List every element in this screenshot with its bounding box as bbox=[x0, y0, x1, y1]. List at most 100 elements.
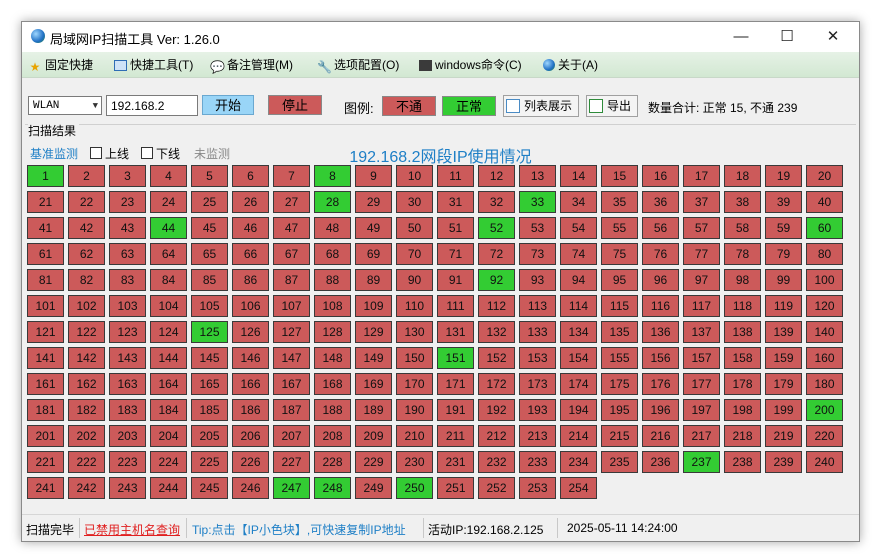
ip-cell[interactable]: 112 bbox=[478, 295, 515, 317]
ip-cell[interactable]: 171 bbox=[437, 373, 474, 395]
ip-cell[interactable]: 196 bbox=[642, 399, 679, 421]
ip-cell[interactable]: 230 bbox=[396, 451, 433, 473]
ip-cell[interactable]: 51 bbox=[437, 217, 474, 239]
ip-cell[interactable]: 46 bbox=[232, 217, 269, 239]
ip-cell[interactable]: 147 bbox=[273, 347, 310, 369]
ip-cell[interactable]: 211 bbox=[437, 425, 474, 447]
ip-cell[interactable]: 160 bbox=[806, 347, 843, 369]
ip-cell[interactable]: 242 bbox=[68, 477, 105, 499]
ip-cell[interactable]: 228 bbox=[314, 451, 351, 473]
ip-cell[interactable]: 191 bbox=[437, 399, 474, 421]
ip-cell[interactable]: 45 bbox=[191, 217, 228, 239]
ip-cell[interactable]: 205 bbox=[191, 425, 228, 447]
ip-cell[interactable]: 36 bbox=[642, 191, 679, 213]
ip-cell[interactable]: 216 bbox=[642, 425, 679, 447]
ip-cell[interactable]: 125 bbox=[191, 321, 228, 343]
ip-cell[interactable]: 227 bbox=[273, 451, 310, 473]
ip-cell[interactable]: 103 bbox=[109, 295, 146, 317]
ip-cell[interactable]: 252 bbox=[478, 477, 515, 499]
ip-cell[interactable]: 229 bbox=[355, 451, 392, 473]
ip-cell[interactable]: 210 bbox=[396, 425, 433, 447]
ip-cell[interactable]: 154 bbox=[560, 347, 597, 369]
ip-cell[interactable]: 209 bbox=[355, 425, 392, 447]
ip-cell[interactable]: 29 bbox=[355, 191, 392, 213]
ip-cell[interactable]: 235 bbox=[601, 451, 638, 473]
ip-cell[interactable]: 95 bbox=[601, 269, 638, 291]
ip-cell[interactable]: 240 bbox=[806, 451, 843, 473]
hostname-query-disabled-link[interactable]: 已禁用主机名查询 bbox=[84, 521, 180, 538]
ip-cell[interactable]: 58 bbox=[724, 217, 761, 239]
ip-cell[interactable]: 98 bbox=[724, 269, 761, 291]
ip-cell[interactable]: 220 bbox=[806, 425, 843, 447]
ip-cell[interactable]: 115 bbox=[601, 295, 638, 317]
ip-cell[interactable]: 116 bbox=[642, 295, 679, 317]
ip-cell[interactable]: 218 bbox=[724, 425, 761, 447]
ip-cell[interactable]: 152 bbox=[478, 347, 515, 369]
ip-cell[interactable]: 193 bbox=[519, 399, 556, 421]
ip-cell[interactable]: 161 bbox=[27, 373, 64, 395]
ip-cell[interactable]: 195 bbox=[601, 399, 638, 421]
ip-cell[interactable]: 48 bbox=[314, 217, 351, 239]
ip-cell[interactable]: 213 bbox=[519, 425, 556, 447]
ip-cell[interactable]: 137 bbox=[683, 321, 720, 343]
ip-cell[interactable]: 139 bbox=[765, 321, 802, 343]
ip-cell[interactable]: 104 bbox=[150, 295, 187, 317]
ip-cell[interactable]: 9 bbox=[355, 165, 392, 187]
start-button[interactable]: 开始 bbox=[202, 95, 254, 115]
ip-cell[interactable]: 52 bbox=[478, 217, 515, 239]
ip-cell[interactable]: 148 bbox=[314, 347, 351, 369]
ip-cell[interactable]: 57 bbox=[683, 217, 720, 239]
ip-cell[interactable]: 199 bbox=[765, 399, 802, 421]
ip-cell[interactable]: 172 bbox=[478, 373, 515, 395]
ip-cell[interactable]: 221 bbox=[27, 451, 64, 473]
ip-cell[interactable]: 156 bbox=[642, 347, 679, 369]
ip-cell[interactable]: 81 bbox=[27, 269, 64, 291]
ip-cell[interactable]: 142 bbox=[68, 347, 105, 369]
ip-cell[interactable]: 249 bbox=[355, 477, 392, 499]
ip-cell[interactable]: 206 bbox=[232, 425, 269, 447]
ip-cell[interactable]: 7 bbox=[273, 165, 310, 187]
ip-cell[interactable]: 23 bbox=[109, 191, 146, 213]
ip-cell[interactable]: 54 bbox=[560, 217, 597, 239]
ip-cell[interactable]: 92 bbox=[478, 269, 515, 291]
ip-cell[interactable]: 10 bbox=[396, 165, 433, 187]
ip-cell[interactable]: 254 bbox=[560, 477, 597, 499]
ip-cell[interactable]: 132 bbox=[478, 321, 515, 343]
ip-cell[interactable]: 50 bbox=[396, 217, 433, 239]
ip-cell[interactable]: 225 bbox=[191, 451, 228, 473]
ip-cell[interactable]: 67 bbox=[273, 243, 310, 265]
ip-cell[interactable]: 151 bbox=[437, 347, 474, 369]
ip-cell[interactable]: 197 bbox=[683, 399, 720, 421]
ip-cell[interactable]: 102 bbox=[68, 295, 105, 317]
ip-cell[interactable]: 70 bbox=[396, 243, 433, 265]
ip-cell[interactable]: 126 bbox=[232, 321, 269, 343]
ip-cell[interactable]: 8 bbox=[314, 165, 351, 187]
ip-cell[interactable]: 90 bbox=[396, 269, 433, 291]
ip-cell[interactable]: 47 bbox=[273, 217, 310, 239]
ip-cell[interactable]: 118 bbox=[724, 295, 761, 317]
ip-cell[interactable]: 234 bbox=[560, 451, 597, 473]
ip-cell[interactable]: 149 bbox=[355, 347, 392, 369]
ip-cell[interactable]: 175 bbox=[601, 373, 638, 395]
ip-cell[interactable]: 72 bbox=[478, 243, 515, 265]
ip-cell[interactable]: 113 bbox=[519, 295, 556, 317]
menu-about[interactable]: 关于(A) bbox=[543, 56, 598, 73]
ip-cell[interactable]: 222 bbox=[68, 451, 105, 473]
ip-cell[interactable]: 140 bbox=[806, 321, 843, 343]
ip-prefix-input[interactable]: 192.168.2 bbox=[106, 95, 198, 116]
ip-cell[interactable]: 4 bbox=[150, 165, 187, 187]
minimize-button[interactable]: — bbox=[718, 22, 764, 52]
ip-cell[interactable]: 56 bbox=[642, 217, 679, 239]
ip-cell[interactable]: 185 bbox=[191, 399, 228, 421]
ip-cell[interactable]: 144 bbox=[150, 347, 187, 369]
adapter-select[interactable]: WLAN ▼ bbox=[28, 96, 102, 115]
ip-cell[interactable]: 150 bbox=[396, 347, 433, 369]
ip-cell[interactable]: 61 bbox=[27, 243, 64, 265]
ip-cell[interactable]: 42 bbox=[68, 217, 105, 239]
ip-cell[interactable]: 63 bbox=[109, 243, 146, 265]
ip-cell[interactable]: 78 bbox=[724, 243, 761, 265]
ip-cell[interactable]: 62 bbox=[68, 243, 105, 265]
ip-cell[interactable]: 41 bbox=[27, 217, 64, 239]
ip-cell[interactable]: 166 bbox=[232, 373, 269, 395]
ip-cell[interactable]: 189 bbox=[355, 399, 392, 421]
